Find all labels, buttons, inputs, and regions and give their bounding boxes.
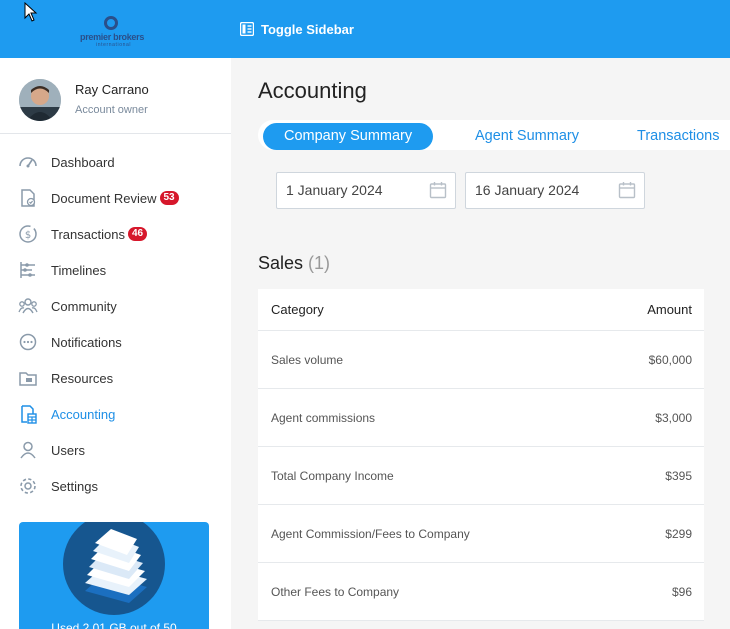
sales-table: Category Amount Sales volume $60,000 Age… [258, 289, 704, 621]
sidebar-toggle-icon [240, 22, 254, 36]
brand-logo[interactable]: premier brokers international [78, 14, 154, 48]
profile-role: Account owner [75, 104, 148, 116]
row-category: Total Company Income [271, 468, 394, 483]
sales-section-title: Sales (1) [258, 253, 330, 274]
row-amount: $96 [671, 584, 692, 599]
sidebar-item-label: Accounting [51, 406, 116, 422]
tab-agent-summary[interactable]: Agent Summary [475, 123, 579, 150]
table-header: Category Amount [258, 289, 704, 331]
sidebar: Ray Carrano Account owner Dashboard Docu… [0, 58, 231, 629]
logo-subtext: international [96, 42, 132, 48]
sidebar-item-label: Community [51, 298, 117, 314]
row-category: Agent Commission/Fees to Company [271, 526, 470, 541]
users-icon [18, 440, 38, 460]
user-profile[interactable]: Ray Carrano Account owner [0, 58, 231, 134]
transactions-badge: 46 [127, 227, 148, 241]
document-review-badge: 53 [159, 191, 179, 205]
start-date-field[interactable]: 1 January 2024 [276, 172, 456, 209]
column-header-amount: Amount [647, 302, 692, 317]
sidebar-item-notifications[interactable]: Notifications [0, 324, 231, 360]
row-category: Sales volume [271, 352, 344, 367]
profile-name: Ray Carrano [75, 82, 149, 97]
sales-count: (1) [308, 253, 331, 273]
document-stack-icon [85, 529, 147, 603]
row-amount: $299 [665, 526, 692, 541]
sidebar-nav: Dashboard Document Review 53 $ Transacti… [0, 144, 231, 504]
sidebar-item-label: Document Review [51, 190, 157, 206]
sidebar-item-label: Transactions [51, 226, 125, 242]
sidebar-item-dashboard[interactable]: Dashboard [0, 144, 231, 180]
end-date-field[interactable]: 16 January 2024 [465, 172, 645, 209]
sidebar-item-label: Resources [51, 370, 114, 386]
column-header-category: Category [271, 302, 324, 317]
timelines-icon [18, 260, 38, 280]
main-content: Accounting Company Summary Agent Summary… [231, 58, 730, 629]
storage-usage-text: Used 2.01 GB out of 50 [51, 621, 177, 629]
top-bar: premier brokers international Toggle Sid… [0, 0, 730, 58]
table-row: Other Fees to Company $96 [258, 563, 704, 621]
sidebar-item-label: Settings [51, 478, 98, 494]
row-amount: $3,000 [655, 410, 692, 425]
logo-text: premier brokers [80, 32, 145, 42]
toggle-sidebar-label: Toggle Sidebar [261, 21, 354, 37]
tab-company-summary[interactable]: Company Summary [263, 123, 434, 150]
svg-text:$: $ [25, 230, 31, 241]
table-row: Total Company Income $395 [258, 447, 704, 505]
sidebar-item-timelines[interactable]: Timelines [0, 252, 231, 288]
table-row: Agent commissions $3,000 [258, 389, 704, 447]
calendar-icon[interactable] [618, 181, 636, 199]
storage-usage-card: Used 2.01 GB out of 50 [19, 522, 209, 629]
settings-icon [18, 476, 38, 496]
storage-illustration [63, 522, 165, 615]
page-title: Accounting [258, 78, 367, 103]
sidebar-item-document-review[interactable]: Document Review 53 [0, 180, 231, 216]
table-row: Agent Commission/Fees to Company $299 [258, 505, 704, 563]
sidebar-item-community[interactable]: Community [0, 288, 231, 324]
sidebar-item-resources[interactable]: Resources [0, 360, 231, 396]
tab-bar: Company Summary Agent Summary Transactio… [258, 120, 730, 150]
sidebar-item-label: Dashboard [51, 154, 115, 170]
row-category: Agent commissions [271, 410, 376, 425]
toggle-sidebar-button[interactable]: Toggle Sidebar [240, 20, 354, 38]
row-amount: $60,000 [648, 352, 692, 367]
sidebar-item-label: Users [51, 442, 85, 458]
avatar [19, 79, 61, 121]
sidebar-item-transactions[interactable]: $ Transactions 46 [0, 216, 231, 252]
transactions-icon: $ [18, 224, 38, 244]
accounting-icon [18, 404, 38, 424]
community-icon [18, 296, 38, 316]
document-review-icon [18, 188, 38, 208]
calendar-icon[interactable] [429, 181, 447, 199]
dashboard-icon [18, 152, 38, 172]
row-category: Other Fees to Company [271, 584, 400, 599]
start-date-value: 1 January 2024 [286, 182, 383, 198]
sales-title: Sales [258, 253, 304, 273]
sidebar-item-users[interactable]: Users [0, 432, 231, 468]
tab-transactions[interactable]: Transactions [637, 123, 719, 150]
end-date-value: 16 January 2024 [475, 182, 580, 198]
sidebar-item-label: Timelines [51, 262, 107, 278]
table-row: Sales volume $60,000 [258, 331, 704, 389]
sidebar-item-accounting[interactable]: Accounting [0, 396, 231, 432]
row-amount: $395 [665, 468, 692, 483]
resources-icon [18, 368, 38, 388]
sidebar-item-settings[interactable]: Settings [0, 468, 231, 504]
mouse-cursor-icon [24, 2, 38, 22]
sidebar-item-label: Notifications [51, 334, 122, 350]
logo-mark-icon [104, 16, 118, 30]
notifications-icon [18, 332, 38, 352]
